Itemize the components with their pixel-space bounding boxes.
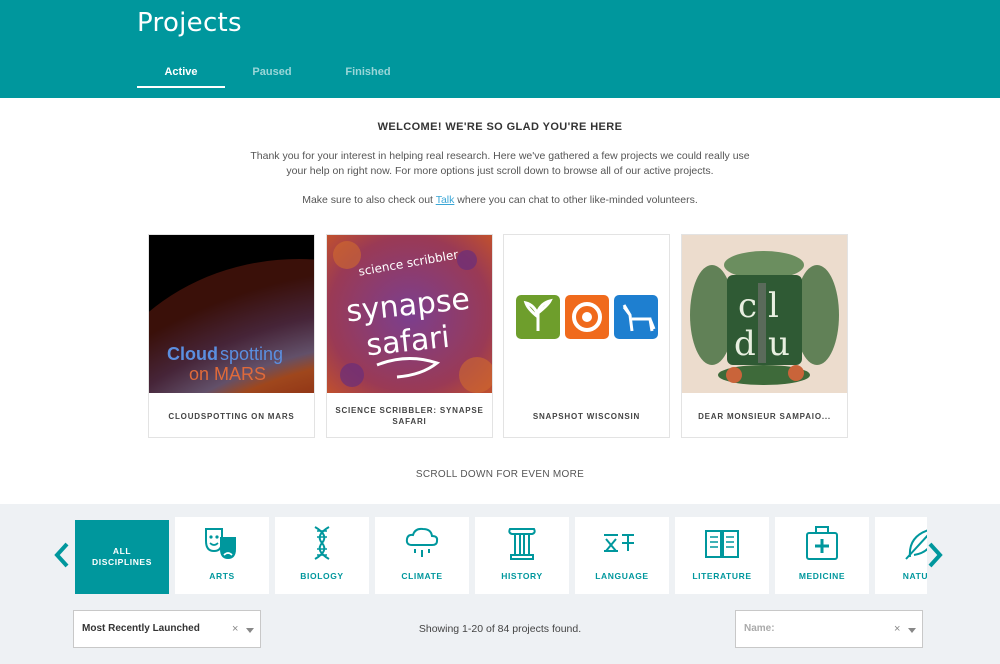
project-title: CLOUDSPOTTING ON MARS	[168, 411, 295, 421]
project-image-sampaio: c l d u	[682, 235, 847, 393]
project-title: DEAR MONSIEUR SAMPAIO...	[698, 411, 831, 421]
page-title: Projects	[137, 8, 242, 38]
discipline-label: HISTORY	[501, 571, 543, 581]
column-icon	[508, 528, 536, 560]
discipline-label: LITERATURE	[692, 571, 752, 581]
project-card-cloudspotting[interactable]: Cloud spotting on MARS CLOUDSPOTTING ON …	[148, 234, 315, 438]
svg-text:c: c	[738, 286, 757, 326]
disciplines-carousel: ARTS BIOLOGY CLIMATE HISTORY LANGUAGE LI…	[170, 510, 927, 600]
name-filter-placeholder: Name:	[744, 623, 775, 634]
tab-active[interactable]: Active	[137, 66, 225, 88]
discipline-literature[interactable]: LITERATURE	[675, 517, 769, 594]
svg-text:d: d	[734, 324, 756, 364]
tab-paused[interactable]: Paused	[228, 66, 316, 88]
header-bar: Projects Active Paused Finished	[0, 0, 1000, 98]
scroll-more-hint: SCROLL DOWN FOR EVEN MORE	[415, 469, 585, 480]
welcome-paragraph: Thank you for your interest in helping r…	[250, 150, 750, 177]
discipline-label: NATURE	[902, 571, 927, 581]
snapshot-logos-image	[516, 295, 658, 339]
discipline-history[interactable]: HISTORY	[475, 517, 569, 594]
spotting-word: spotting	[220, 344, 283, 364]
cloud-word: Cloud	[167, 344, 218, 364]
svg-text:l: l	[768, 286, 779, 326]
project-title: SNAPSHOT WISCONSIN	[532, 411, 641, 421]
dna-icon	[314, 526, 330, 560]
discipline-label: LANGUAGE	[595, 571, 649, 581]
project-image-snapshot-wisconsin	[504, 235, 669, 393]
synapse-safari-image: science scribbler synapse safari	[327, 235, 492, 393]
glyphs-icon	[604, 534, 634, 552]
chevron-right-icon[interactable]	[925, 540, 945, 570]
project-card-snapshot-wisconsin[interactable]: SNAPSHOT WISCONSIN	[503, 234, 670, 438]
discipline-label: BIOLOGY	[300, 571, 344, 581]
svg-text:u: u	[768, 324, 790, 364]
discipline-label: MEDICINE	[798, 571, 846, 581]
discipline-label: CLIMATE	[401, 571, 443, 581]
discipline-climate[interactable]: CLIMATE	[375, 517, 469, 594]
leaf-icon	[905, 529, 927, 560]
deer-logo-icon	[614, 295, 658, 339]
talk-link[interactable]: Talk	[436, 194, 455, 206]
mars-horizon-image: Cloud spotting on MARS	[149, 235, 314, 393]
discipline-arts[interactable]: ARTS	[175, 517, 269, 594]
on-mars-word: on MARS	[189, 364, 266, 384]
discipline-language[interactable]: LANGUAGE	[575, 517, 669, 594]
project-image-synapse-safari: science scribbler synapse safari	[327, 235, 492, 393]
tab-finished[interactable]: Finished	[323, 66, 413, 88]
project-card-dear-monsieur-sampaio[interactable]: c l d u DEAR MONSIEUR SAMPAIO...	[681, 234, 848, 438]
discipline-label: ALL DISCIPLINES	[92, 546, 152, 567]
project-title: SCIENCE SCRIBBLER: SYNAPSE SAFARI	[335, 406, 484, 426]
welcome-heading: WELCOME! WE'RE SO GLAD YOU'RE HERE	[377, 121, 623, 133]
name-clear-icon[interactable]: ×	[894, 623, 900, 635]
botanical-monogram-image: c l d u	[682, 235, 847, 393]
talk-prefix: Make sure to also check out	[302, 194, 436, 206]
open-book-icon	[705, 530, 739, 558]
talk-line: Make sure to also check out Talk where y…	[0, 194, 1000, 206]
discipline-medicine[interactable]: MEDICINE	[775, 517, 869, 594]
talk-suffix: where you can chat to other like-minded …	[454, 194, 698, 206]
discipline-biology[interactable]: BIOLOGY	[275, 517, 369, 594]
chevron-left-icon[interactable]	[52, 540, 72, 570]
name-filter-select[interactable]: Name: ×	[735, 610, 923, 648]
rain-cloud-icon	[405, 527, 439, 557]
project-card-synapse-safari[interactable]: science scribbler synapse safari SCIENCE…	[326, 234, 493, 438]
discipline-nature[interactable]: NATURE	[875, 517, 927, 594]
discipline-label: ARTS	[209, 571, 235, 581]
theater-masks-icon	[205, 528, 236, 559]
chevron-down-icon[interactable]	[908, 628, 916, 633]
discipline-all[interactable]: ALL DISCIPLINES	[75, 520, 169, 594]
medical-kit-icon	[806, 526, 838, 560]
project-image-cloudspotting: Cloud spotting on MARS	[149, 235, 314, 393]
